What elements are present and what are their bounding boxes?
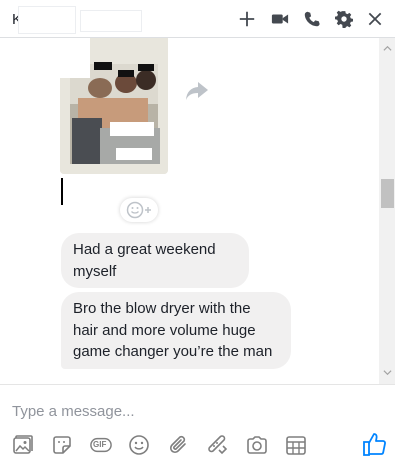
emoji-icon[interactable] (127, 433, 151, 457)
photo-icon[interactable] (11, 433, 35, 457)
text-cursor (61, 178, 63, 205)
phone-icon[interactable] (302, 9, 322, 29)
message-bubble[interactable]: Bro the blow dryer with the hair and mor… (61, 292, 291, 369)
share-arrow-icon[interactable] (185, 80, 209, 102)
game-controller-icon[interactable] (206, 433, 230, 457)
gif-icon[interactable]: GIF (89, 433, 113, 457)
gear-icon[interactable] (334, 9, 354, 29)
calendar-icon[interactable] (284, 433, 308, 457)
message-thread[interactable]: Had a great weekend myself Bro the blow … (0, 38, 395, 384)
sticker-icon[interactable] (50, 433, 74, 457)
shared-photo[interactable] (60, 38, 168, 174)
composer-divider (0, 384, 395, 385)
message-bubble[interactable]: Had a great weekend myself (61, 233, 249, 288)
message-text: Bro the blow dryer with the hair and mor… (73, 300, 273, 360)
message-text: Had a great weekend myself (73, 241, 216, 280)
close-icon[interactable] (365, 9, 385, 29)
add-icon[interactable] (237, 9, 257, 29)
add-reaction-icon[interactable] (120, 198, 158, 222)
thread-scrollbar[interactable] (379, 38, 395, 384)
camera-icon[interactable] (245, 433, 269, 457)
attach-icon[interactable] (167, 433, 191, 457)
redacted-name-block (80, 10, 142, 32)
like-thumb-icon[interactable] (362, 431, 388, 457)
scroll-down-icon[interactable] (379, 364, 395, 380)
message-input[interactable] (12, 400, 372, 422)
scrollbar-thumb[interactable] (381, 179, 394, 208)
scroll-up-icon[interactable] (379, 40, 395, 56)
gif-label: GIF (93, 440, 107, 449)
redacted-name-block (18, 6, 76, 34)
chat-header: K (0, 0, 395, 38)
video-call-icon[interactable] (270, 9, 290, 29)
